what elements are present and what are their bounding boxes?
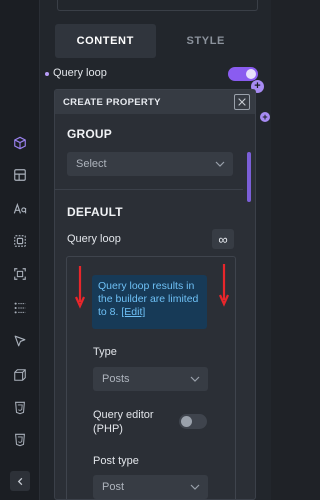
create-property-modal: CREATE PROPERTY GROUP Select DEFAULT Que… xyxy=(54,89,256,500)
chevron-down-icon xyxy=(190,376,200,382)
query-editor-label: Query editor (PHP) xyxy=(93,409,154,435)
grid-dots-icon[interactable] xyxy=(12,300,28,316)
group-select-value: Select xyxy=(76,158,107,170)
query-loop-label: Query loop xyxy=(53,67,107,79)
typography-icon[interactable] xyxy=(12,201,28,217)
layout-icon[interactable] xyxy=(12,167,28,183)
query-loop-button[interactable]: ∞ xyxy=(212,229,234,249)
modal-title: CREATE PROPERTY xyxy=(63,96,161,108)
post-type-label: Post type xyxy=(93,455,139,467)
infinity-icon: ∞ xyxy=(218,231,228,247)
status-dot xyxy=(45,72,49,76)
edit-link[interactable]: [Edit] xyxy=(121,306,145,318)
type-select[interactable]: Posts xyxy=(93,367,208,391)
section-divider xyxy=(55,189,243,190)
post-type-select-value: Post xyxy=(102,481,125,493)
annotation-arrow-right xyxy=(219,264,229,307)
modal-header: CREATE PROPERTY xyxy=(55,90,255,114)
query-loop-label: Query loop xyxy=(67,233,121,245)
css3-icon-2[interactable] xyxy=(12,432,28,448)
group-heading: GROUP xyxy=(67,127,113,141)
tab-style[interactable]: STYLE xyxy=(156,24,257,58)
panel-tabs: CONTENT STYLE xyxy=(55,24,256,58)
chevron-left-icon xyxy=(17,477,22,485)
annotation-arrow-left xyxy=(75,266,85,309)
info-message: Query loop results in the builder are li… xyxy=(92,275,207,329)
modal-scrollbar[interactable] xyxy=(247,152,251,202)
close-icon xyxy=(238,98,246,106)
top-input-field[interactable] xyxy=(57,0,258,11)
close-button[interactable] xyxy=(234,94,250,110)
group-select[interactable]: Select xyxy=(67,152,233,176)
cube-icon[interactable] xyxy=(12,367,28,383)
chevron-down-icon xyxy=(190,484,200,490)
default-heading: DEFAULT xyxy=(67,205,123,219)
tab-content[interactable]: CONTENT xyxy=(55,24,156,58)
chevron-down-icon xyxy=(215,161,225,167)
post-type-select[interactable]: Post xyxy=(93,475,208,499)
frame-icon[interactable] xyxy=(12,233,28,249)
left-icon-rail xyxy=(0,0,40,500)
add-icon-small[interactable]: + xyxy=(260,112,270,122)
collapse-sidebar-button[interactable] xyxy=(10,471,30,491)
box-icon[interactable] xyxy=(12,135,28,151)
css3-icon[interactable] xyxy=(12,400,28,416)
type-label: Type xyxy=(93,346,117,358)
type-select-value: Posts xyxy=(102,373,130,385)
selection-icon[interactable] xyxy=(12,266,28,282)
info-text: Query loop results in the builder are li… xyxy=(98,280,199,318)
query-loop-toggle[interactable] xyxy=(228,67,258,81)
query-editor-toggle[interactable] xyxy=(179,414,207,429)
cursor-icon[interactable] xyxy=(12,333,28,349)
